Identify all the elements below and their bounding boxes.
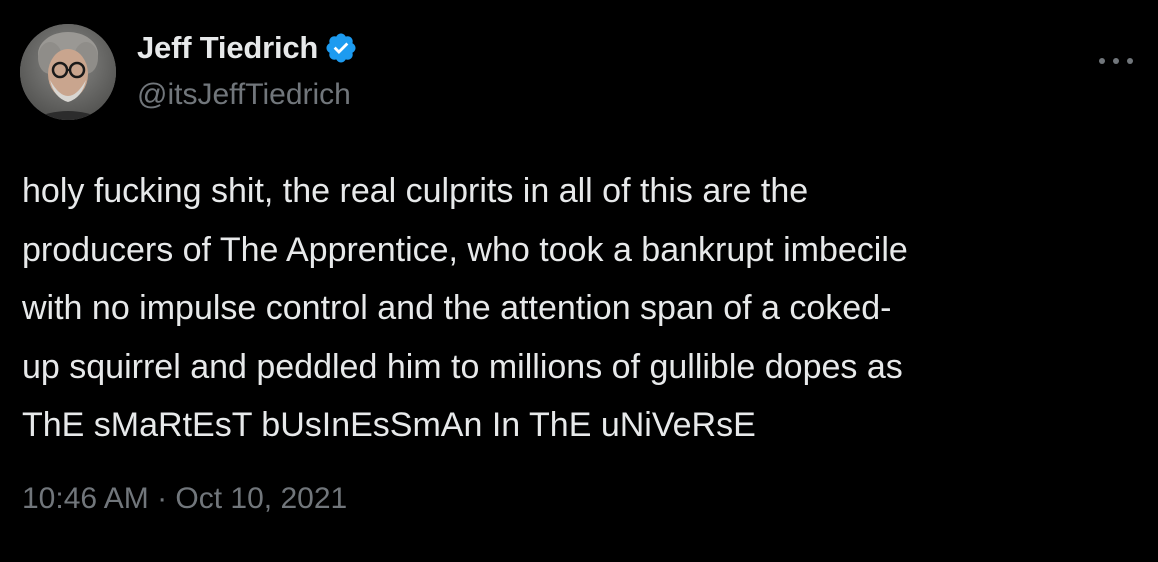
tweet-text-line: holy fucking shit, the real culprits in …	[22, 172, 809, 210]
verified-badge-icon	[324, 31, 358, 65]
tweet-text-line: up squirrel and peddled him to millions …	[22, 347, 903, 386]
author-display-name[interactable]: Jeff Tiedrich	[137, 30, 318, 66]
author-handle[interactable]: @itsJeffTiedrich	[137, 78, 351, 112]
avatar[interactable]	[20, 24, 116, 120]
more-options-button[interactable]	[1096, 46, 1136, 76]
tweet-text-line: with no impulse control and the attentio…	[22, 289, 892, 327]
author-name-row: Jeff Tiedrich	[137, 28, 358, 68]
tweet-timestamp[interactable]: 10:46 AM · Oct 10, 2021	[22, 482, 347, 516]
tweet-text: holy fucking shit, the real culprits in …	[22, 162, 1142, 455]
tweet-text-line: ThE sMaRtEsT bUsInEsSmAn In ThE uNiVeRsE	[22, 406, 756, 444]
tweet-card: Jeff Tiedrich @itsJeffTiedrich holy fuck…	[0, 0, 1158, 562]
more-options-icon	[1099, 58, 1133, 64]
avatar-photo	[20, 24, 116, 120]
tweet-text-line: producers of The Apprentice, who took a …	[22, 230, 908, 269]
